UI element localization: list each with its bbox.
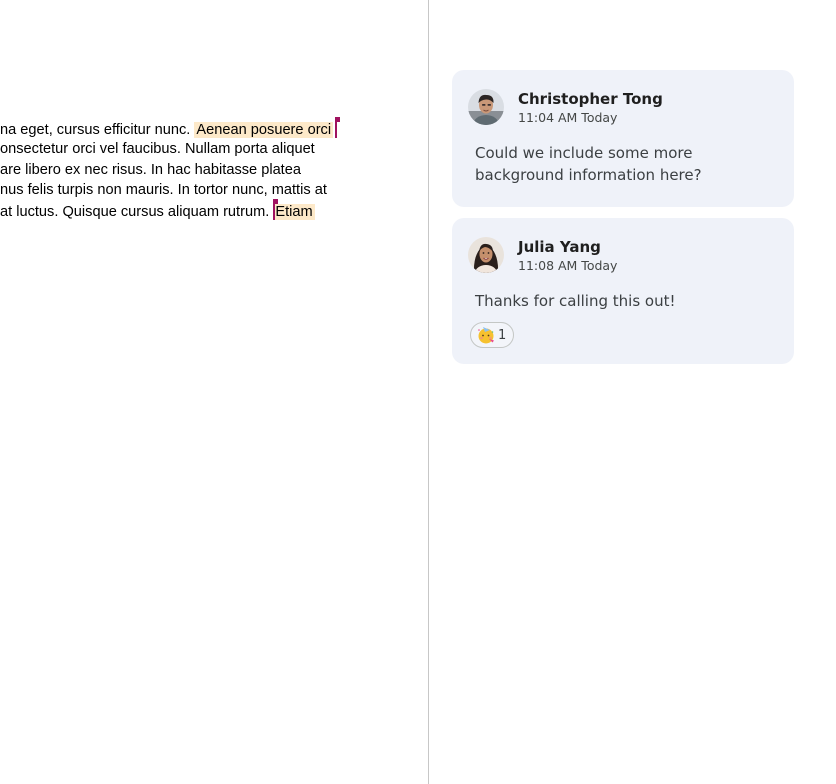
reaction-chip[interactable]: 1 xyxy=(470,322,514,348)
collaborator-cursor xyxy=(273,199,279,220)
comment-author: Julia Yang xyxy=(518,238,601,256)
comment-highlight[interactable]: Aenean posuere orci xyxy=(194,122,334,138)
text-run: at luctus. Quisque cursus aliquam rutrum… xyxy=(0,204,274,220)
comment-highlight[interactable]: Etiam xyxy=(273,204,315,220)
party-face-emoji-icon xyxy=(478,327,494,344)
document-page[interactable]: na eget, cursus efficitur nunc. Aenean p… xyxy=(0,0,428,784)
document-line[interactable]: nus felis turpis non mauris. In tortor n… xyxy=(0,180,327,200)
document-line[interactable]: na eget, cursus efficitur nunc. Aenean p… xyxy=(0,117,341,140)
comment-card[interactable]: Julia Yang 11:08 AM Today Thanks for cal… xyxy=(452,218,794,364)
avatar[interactable] xyxy=(468,89,504,125)
document-line[interactable]: at luctus. Quisque cursus aliquam rutrum… xyxy=(0,199,315,222)
comment-author: Christopher Tong xyxy=(518,90,663,108)
comment-timestamp: 11:04 AM Today xyxy=(518,110,618,125)
comments-panel: Christopher Tong 11:04 AM Today Could we… xyxy=(429,0,836,784)
collaborator-cursor xyxy=(335,117,341,138)
comment-text: Could we include some more background in… xyxy=(475,144,702,184)
avatar[interactable] xyxy=(468,237,504,273)
comment-card[interactable]: Christopher Tong 11:04 AM Today Could we… xyxy=(452,70,794,207)
text-run: na eget, cursus efficitur nunc. xyxy=(0,122,195,138)
comment-timestamp: 11:08 AM Today xyxy=(518,258,618,273)
reaction-count: 1 xyxy=(498,327,507,343)
comment-text: Thanks for calling this out! xyxy=(475,292,676,310)
document-line[interactable]: are libero ex nec risus. In hac habitass… xyxy=(0,160,301,180)
document-line[interactable]: onsectetur orci vel faucibus. Nullam por… xyxy=(0,139,315,159)
